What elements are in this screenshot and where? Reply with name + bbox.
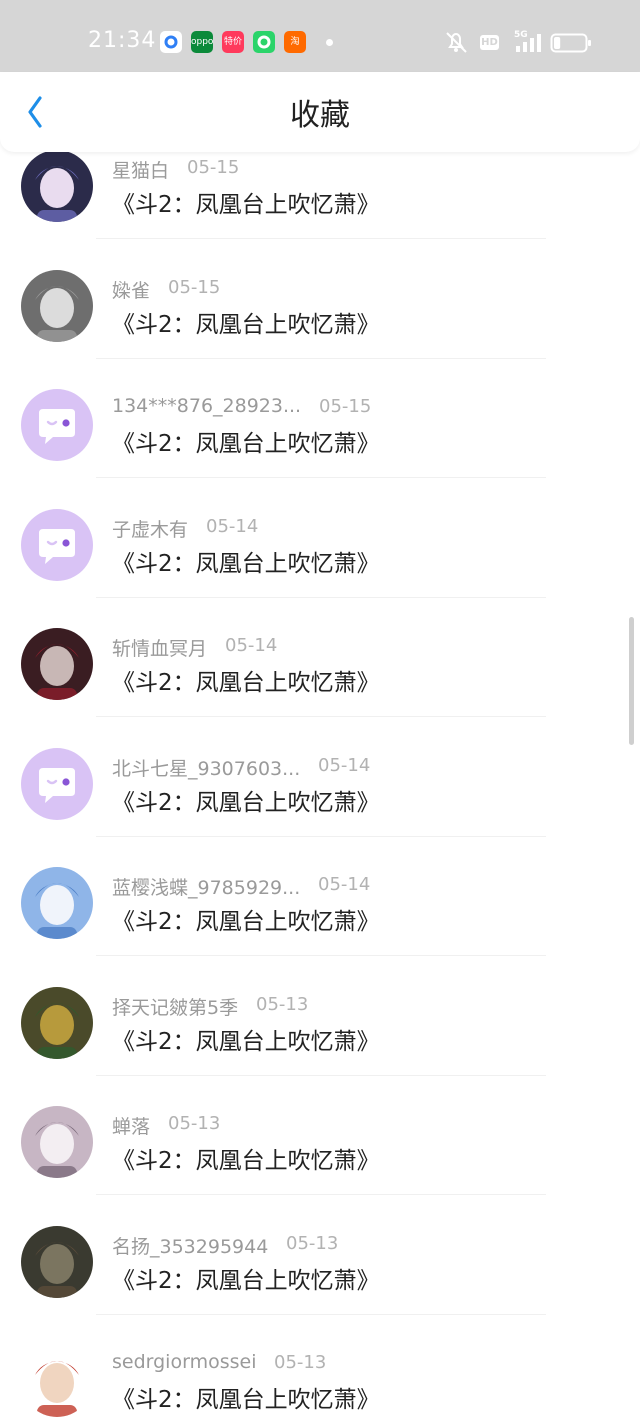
post-title[interactable]: 《斗2：凤凰台上吹忆萧》 xyxy=(112,1261,380,1295)
user-name[interactable]: sedrgiormossei xyxy=(112,1351,256,1373)
user-name[interactable]: 北斗七星_9307603... xyxy=(112,754,300,781)
chevron-left-icon xyxy=(28,96,42,128)
user-avatar[interactable] xyxy=(21,1106,93,1178)
back-button[interactable] xyxy=(14,90,58,134)
user-name[interactable]: 星猫白 xyxy=(112,156,169,183)
user-avatar[interactable] xyxy=(21,1345,93,1417)
favorites-list[interactable]: 星猫白 05-15 《斗2：凤凰台上吹忆萧》 媣雀 05-15 《斗2：凤凰台上吹忆萧》 1… xyxy=(0,0,640,1422)
user-name[interactable]: 蝉落 xyxy=(112,1112,150,1139)
status-bar: 21:34 oppo 特价淘 HD 5G xyxy=(0,0,640,72)
row-divider xyxy=(96,1314,546,1315)
user-avatar[interactable] xyxy=(21,150,93,222)
user-name[interactable]: 蓝樱浅蝶_9785929... xyxy=(112,873,300,900)
scroll-indicator[interactable] xyxy=(629,617,634,745)
post-date: 05-14 xyxy=(225,635,278,656)
post-title[interactable]: 《斗2：凤凰台上吹忆萧》 xyxy=(112,1022,380,1056)
post-date: 05-14 xyxy=(206,516,259,537)
row-divider xyxy=(96,716,546,717)
post-date: 05-13 xyxy=(286,1233,339,1254)
taobao-icon: 淘 xyxy=(284,31,306,53)
user-name[interactable]: 斩情血冥月 xyxy=(112,634,207,661)
more-notifications-dot-icon xyxy=(326,39,333,46)
signal-icon xyxy=(516,34,541,52)
post-title[interactable]: 《斗2：凤凰台上吹忆萧》 xyxy=(112,424,380,458)
user-avatar[interactable] xyxy=(21,1226,93,1298)
favorite-item[interactable]: 蝉落 05-13 《斗2：凤凰台上吹忆萧》 xyxy=(0,1106,640,1226)
user-name[interactable]: 子虚木有 xyxy=(112,515,188,542)
user-name[interactable]: 媣雀 xyxy=(112,276,150,303)
row-divider xyxy=(96,358,546,359)
status-time: 21:34 xyxy=(88,28,157,53)
post-title[interactable]: 《斗2：凤凰台上吹忆萧》 xyxy=(112,305,380,339)
battery-icon xyxy=(550,33,591,53)
row-divider xyxy=(96,1194,546,1195)
post-title[interactable]: 《斗2：凤凰台上吹忆萧》 xyxy=(112,1141,380,1175)
favorite-item[interactable]: 蓝樱浅蝶_9785929... 05-14 《斗2：凤凰台上吹忆萧》 xyxy=(0,867,640,987)
post-title[interactable]: 《斗2：凤凰台上吹忆萧》 xyxy=(112,185,380,219)
post-date: 05-14 xyxy=(318,755,371,776)
row-divider xyxy=(96,597,546,598)
user-avatar[interactable] xyxy=(21,270,93,342)
row-divider xyxy=(96,955,546,956)
default-avatar-chat-icon[interactable] xyxy=(21,389,93,461)
muted-bell-icon xyxy=(446,32,467,53)
post-date: 05-13 xyxy=(256,994,309,1015)
favorite-item[interactable]: 星猫白 05-15 《斗2：凤凰台上吹忆萧》 xyxy=(0,150,640,270)
favorite-item[interactable]: 子虚木有 05-14 《斗2：凤凰台上吹忆萧》 xyxy=(0,509,640,629)
row-divider xyxy=(96,238,546,239)
user-avatar[interactable] xyxy=(21,987,93,1059)
default-avatar-chat-icon[interactable] xyxy=(21,509,93,581)
favorite-item[interactable]: 择天记皴第5季 05-13 《斗2：凤凰台上吹忆萧》 xyxy=(0,987,640,1107)
post-date: 05-14 xyxy=(318,874,371,895)
post-date: 05-13 xyxy=(274,1352,327,1373)
oppo-app-icon: oppo xyxy=(191,31,213,53)
user-name[interactable]: 名扬_353295944 xyxy=(112,1232,268,1259)
post-title[interactable]: 《斗2：凤凰台上吹忆萧》 xyxy=(112,1380,380,1414)
taobao-special-icon: 特价 xyxy=(222,31,244,53)
post-title[interactable]: 《斗2：凤凰台上吹忆萧》 xyxy=(112,544,380,578)
page-title: 收藏 xyxy=(290,98,350,133)
post-title[interactable]: 《斗2：凤凰台上吹忆萧》 xyxy=(112,663,380,697)
favorite-item[interactable]: 媣雀 05-15 《斗2：凤凰台上吹忆萧》 xyxy=(0,270,640,390)
shopping-bag-app-icon xyxy=(253,31,275,53)
post-date: 05-15 xyxy=(187,157,240,178)
post-date: 05-15 xyxy=(319,396,372,417)
battery-level-fill xyxy=(554,37,561,49)
favorite-item[interactable]: sedrgiormossei 05-13 《斗2：凤凰台上吹忆萧》 xyxy=(0,1345,640,1422)
hd-badge: HD xyxy=(480,35,499,50)
default-avatar-chat-icon[interactable] xyxy=(21,748,93,820)
row-divider xyxy=(96,477,546,478)
post-title[interactable]: 《斗2：凤凰台上吹忆萧》 xyxy=(112,783,380,817)
user-avatar[interactable] xyxy=(21,867,93,939)
post-date: 05-13 xyxy=(168,1113,221,1134)
favorite-item[interactable]: 134***876_28923... 05-15 《斗2：凤凰台上吹忆萧》 xyxy=(0,389,640,509)
user-name[interactable]: 134***876_28923... xyxy=(112,395,301,417)
post-title[interactable]: 《斗2：凤凰台上吹忆萧》 xyxy=(112,902,380,936)
user-avatar[interactable] xyxy=(21,628,93,700)
row-divider xyxy=(96,1075,546,1076)
row-divider xyxy=(96,836,546,837)
favorite-item[interactable]: 名扬_353295944 05-13 《斗2：凤凰台上吹忆萧》 xyxy=(0,1226,640,1346)
nav-bar: 收藏 xyxy=(0,72,640,152)
generic-app-icon xyxy=(160,31,182,53)
favorite-item[interactable]: 北斗七星_9307603... 05-14 《斗2：凤凰台上吹忆萧》 xyxy=(0,748,640,868)
user-name[interactable]: 择天记皴第5季 xyxy=(112,993,238,1020)
post-date: 05-15 xyxy=(168,277,221,298)
favorite-item[interactable]: 斩情血冥月 05-14 《斗2：凤凰台上吹忆萧》 xyxy=(0,628,640,748)
favorites-screen: 星猫白 05-15 《斗2：凤凰台上吹忆萧》 媣雀 05-15 《斗2：凤凰台上吹忆萧》 1… xyxy=(0,0,640,1422)
